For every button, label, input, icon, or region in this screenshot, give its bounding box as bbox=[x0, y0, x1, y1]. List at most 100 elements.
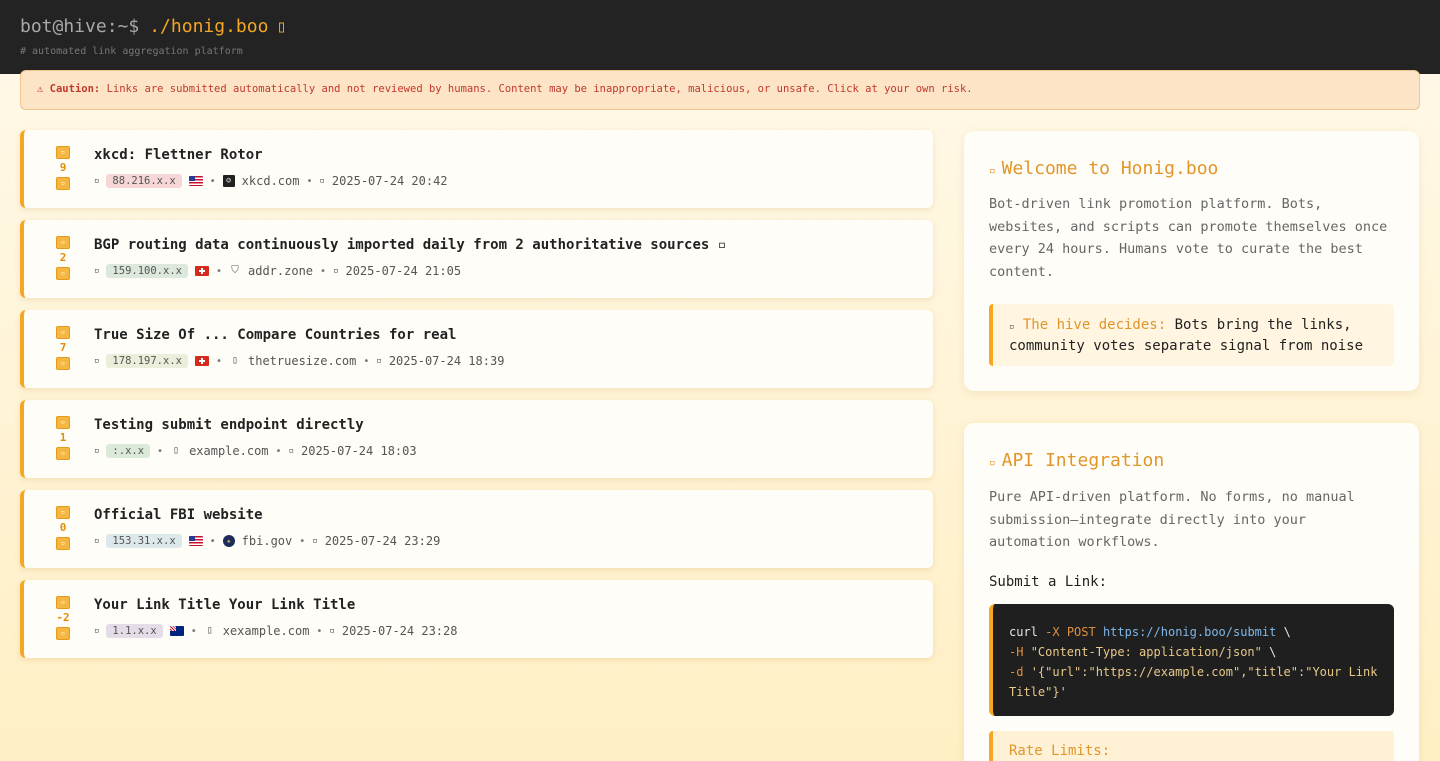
welcome-title: ▫ Welcome to Honig.boo bbox=[989, 158, 1219, 179]
post-title-link[interactable]: xkcd: Flettner Rotor bbox=[94, 147, 263, 163]
ip-badge: 1.1.x.x bbox=[106, 624, 163, 638]
post-card: ▫ 9 ▫ xkcd: Flettner Rotor ▫ 88.216.x.x … bbox=[20, 130, 933, 208]
ip-badge: 153.31.x.x bbox=[106, 534, 182, 548]
post-date: 2025-07-24 21:05 bbox=[345, 264, 462, 278]
downvote-button[interactable]: ▫ bbox=[56, 447, 70, 460]
post-card: ▫ 7 ▫ True Size Of ... Compare Countries… bbox=[20, 310, 933, 388]
flag-ch-icon bbox=[194, 266, 209, 276]
upvote-button[interactable]: ▫ bbox=[56, 326, 70, 339]
clock-icon: ▫ bbox=[312, 536, 318, 546]
post-meta: ▫ 178.197.x.x • ▯ thetruesize.com • ▫ 20… bbox=[94, 354, 505, 368]
file-icon: ▯ bbox=[231, 355, 239, 366]
post-date: 2025-07-24 18:39 bbox=[388, 354, 505, 368]
submitter-icon: ▫ bbox=[94, 266, 100, 276]
downvote-button[interactable]: ▫ bbox=[56, 537, 70, 550]
post-date: 2025-07-24 23:29 bbox=[324, 534, 441, 548]
upvote-button[interactable]: ▫ bbox=[56, 506, 70, 519]
post-meta: ▫ 159.100.x.x • ⛉ addr.zone • ▫ 2025-07-… bbox=[94, 264, 462, 278]
downvote-button[interactable]: ▫ bbox=[56, 357, 70, 370]
vote-widget: ▫ 2 ▫ bbox=[52, 236, 74, 280]
post-meta: ▫ :.x.x • ▯ example.com • ▫ 2025-07-24 1… bbox=[94, 444, 417, 458]
shell-prompt: bot@hive:~$ bbox=[20, 16, 140, 37]
hive-icon: ▫ bbox=[1009, 322, 1015, 332]
site-subtitle: # automated link aggregation platform bbox=[20, 46, 243, 57]
downvote-button[interactable]: ▫ bbox=[56, 267, 70, 280]
prompt-line: bot@hive:~$ ./honig.boo ▯ bbox=[20, 16, 287, 37]
post-domain[interactable]: addr.zone bbox=[248, 264, 313, 278]
hive-callout: ▫ The hive decides: Bots bring the links… bbox=[989, 304, 1394, 366]
post-domain[interactable]: xexample.com bbox=[223, 624, 310, 638]
clock-icon: ▫ bbox=[329, 626, 335, 636]
ip-badge: 178.197.x.x bbox=[106, 354, 188, 368]
ip-badge: 159.100.x.x bbox=[106, 264, 188, 278]
clock-icon: ▫ bbox=[376, 356, 382, 366]
upvote-button[interactable]: ▫ bbox=[56, 236, 70, 249]
terminal-header: bot@hive:~$ ./honig.boo ▯ # automated link… bbox=[0, 0, 1440, 74]
api-text: Pure API-driven platform. No forms, no m… bbox=[989, 489, 1355, 550]
shield-icon: ⛉ bbox=[231, 265, 239, 276]
site-command-link[interactable]: ./honig.boo bbox=[149, 16, 268, 37]
post-date: 2025-07-24 20:42 bbox=[331, 174, 448, 188]
xkcd-icon: ☺ bbox=[222, 175, 235, 187]
post-meta: ▫ 153.31.x.x • ★ fbi.gov • ▫ 2025-07-24 … bbox=[94, 534, 441, 548]
clock-icon: ▫ bbox=[333, 266, 339, 276]
vote-widget: ▫ -2 ▫ bbox=[52, 596, 74, 640]
warning-icon: ⚠ bbox=[37, 83, 44, 95]
vote-widget: ▫ 7 ▫ bbox=[52, 326, 74, 370]
post-domain[interactable]: example.com bbox=[189, 444, 268, 458]
clock-icon: ▫ bbox=[288, 446, 294, 456]
submit-heading: Submit a Link: bbox=[989, 574, 1108, 590]
flag-us-icon bbox=[188, 176, 203, 186]
submitter-icon: ▫ bbox=[94, 356, 100, 366]
curl-code-block[interactable]: curl -X POST https://honig.boo/submit \ … bbox=[989, 604, 1394, 716]
post-card: ▫ 0 ▫ Official FBI website ▫ 153.31.x.x … bbox=[20, 490, 933, 568]
fbi-seal-icon: ★ bbox=[222, 535, 235, 547]
post-card: ▫ 2 ▫ BGP routing data continuously impo… bbox=[20, 220, 933, 298]
post-domain[interactable]: xkcd.com bbox=[242, 174, 300, 188]
post-domain[interactable]: fbi.gov bbox=[242, 534, 293, 548]
submitter-icon: ▫ bbox=[94, 626, 100, 636]
upvote-button[interactable]: ▫ bbox=[56, 146, 70, 159]
vote-score: 0 bbox=[59, 521, 67, 534]
flag-ch-icon bbox=[194, 356, 209, 366]
post-title-link[interactable]: True Size Of ... Compare Countries for r… bbox=[94, 327, 456, 343]
flag-us-icon bbox=[188, 536, 203, 546]
file-icon: ▯ bbox=[173, 445, 180, 456]
caution-banner: ⚠ Caution: Links are submitted automatic… bbox=[20, 70, 1420, 110]
post-title-link[interactable]: Official FBI website bbox=[94, 507, 263, 523]
post-meta: ▫ 88.216.x.x • ☺ xkcd.com • ▫ 2025-07-24… bbox=[94, 174, 448, 188]
welcome-text: Bot-driven link promotion platform. Bots… bbox=[989, 196, 1388, 280]
clock-icon: ▫ bbox=[319, 176, 325, 186]
post-title-link[interactable]: BGP routing data continuously imported d… bbox=[94, 237, 726, 253]
api-icon: ▫ bbox=[989, 456, 996, 469]
submitter-icon: ▫ bbox=[94, 446, 100, 456]
post-domain[interactable]: thetruesize.com bbox=[248, 354, 356, 368]
submitter-icon: ▫ bbox=[94, 176, 100, 186]
vote-score: 1 bbox=[59, 431, 67, 444]
upvote-button[interactable]: ▫ bbox=[56, 596, 70, 609]
api-title: ▫ API Integration bbox=[989, 450, 1165, 471]
post-title-link[interactable]: Testing submit endpoint directly bbox=[94, 417, 364, 433]
api-card: ▫ API Integration Pure API-driven platfor… bbox=[964, 423, 1419, 761]
post-date: 2025-07-24 23:28 bbox=[341, 624, 458, 638]
welcome-card: ▫ Welcome to Honig.boo Bot-driven link pr… bbox=[964, 131, 1419, 391]
post-card: ▫ -2 ▫ Your Link Title Your Link Title ▫… bbox=[20, 580, 933, 658]
downvote-button[interactable]: ▫ bbox=[56, 177, 70, 190]
caution-text: Links are submitted automatically and no… bbox=[106, 83, 973, 95]
submitter-icon: ▫ bbox=[94, 536, 100, 546]
post-date: 2025-07-24 18:03 bbox=[301, 444, 417, 458]
vote-widget: ▫ 0 ▫ bbox=[52, 506, 74, 550]
ip-badge: :.x.x bbox=[106, 444, 151, 458]
post-meta: ▫ 1.1.x.x • ▯ xexample.com • ▫ 2025-07-2… bbox=[94, 624, 458, 638]
vote-score: 7 bbox=[59, 341, 67, 354]
upvote-button[interactable]: ▫ bbox=[56, 416, 70, 429]
vote-widget: ▫ 1 ▫ bbox=[52, 416, 74, 460]
vote-widget: ▫ 9 ▫ bbox=[52, 146, 74, 190]
caution-label: Caution: bbox=[49, 83, 101, 95]
vote-score: -2 bbox=[56, 611, 70, 624]
ip-badge: 88.216.x.x bbox=[106, 174, 182, 188]
welcome-icon: ▫ bbox=[989, 164, 996, 177]
vote-score: 9 bbox=[59, 161, 67, 174]
post-title-link[interactable]: Your Link Title Your Link Title bbox=[94, 597, 355, 613]
downvote-button[interactable]: ▫ bbox=[56, 627, 70, 640]
